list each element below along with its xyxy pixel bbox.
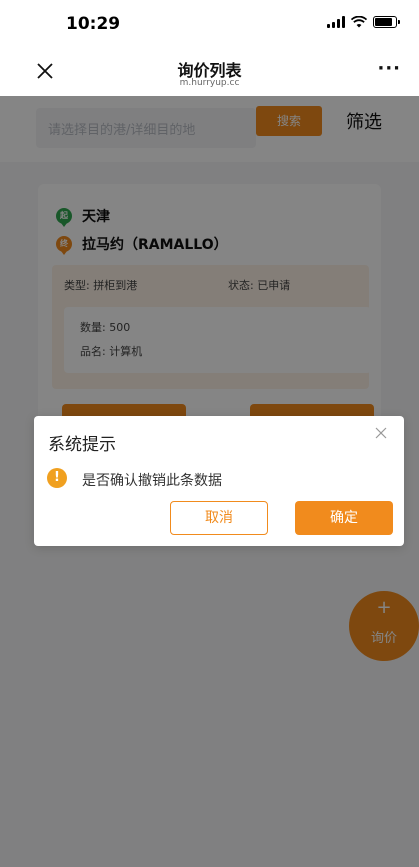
page-url: m.hurryup.cc (179, 78, 240, 88)
status-icons (327, 16, 400, 28)
dialog-title: 系统提示 (48, 435, 116, 455)
cellular-signal-icon (327, 16, 345, 28)
confirm-dialog: 系统提示 ! 是否确认撤销此条数据 取消 确定 (34, 416, 404, 546)
battery-icon (373, 16, 400, 28)
nav-bar: 询价列表 m.hurryup.cc ··· (0, 50, 419, 96)
status-bar: 10:29 (0, 0, 419, 50)
status-time: 10:29 (66, 14, 121, 34)
warning-icon: ! (47, 468, 67, 488)
cancel-button[interactable]: 取消 (170, 501, 268, 535)
confirm-button[interactable]: 确定 (295, 501, 393, 535)
more-icon[interactable]: ··· (377, 58, 401, 79)
wifi-icon (351, 16, 367, 28)
dialog-close-icon[interactable] (374, 426, 388, 440)
dialog-message: 是否确认撤销此条数据 (82, 473, 222, 489)
